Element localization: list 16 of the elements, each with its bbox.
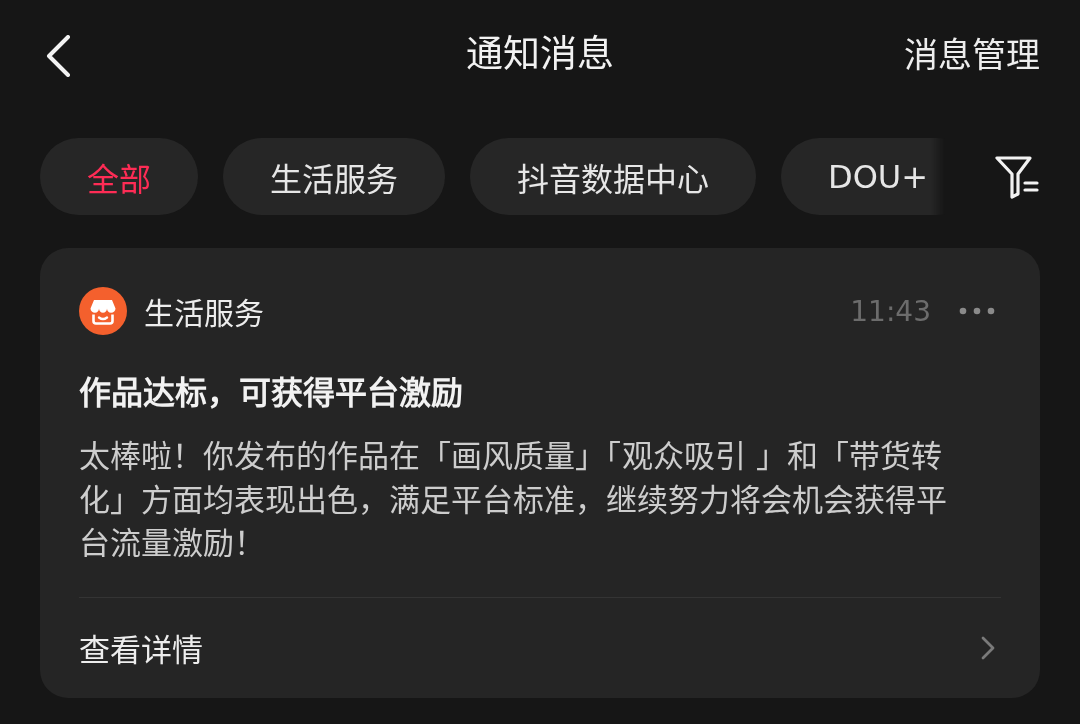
filter-tab[interactable]: 生活服务 — [223, 138, 445, 215]
chevron-right-icon[interactable] — [981, 635, 995, 660]
page-title: 通知消息 — [466, 32, 614, 78]
view-details-link[interactable]: 查看详情 — [79, 625, 203, 670]
filter-tab[interactable]: 抖音数据中心 — [470, 138, 756, 215]
more-icon[interactable] — [959, 307, 995, 315]
back-icon[interactable] — [45, 35, 71, 77]
message-time: 11:43 — [850, 294, 931, 328]
store-icon — [79, 287, 127, 335]
filter-tab[interactable]: 全部 — [40, 138, 198, 215]
message-body: 太棒啦！你发布的作品在「画风质量」「观众吸引 」和「带货转化」方面均表现出色，满足平台标准，继续努力将会机会获得平台流量激励！ — [79, 437, 948, 563]
filter-tab[interactable]: DOU+ — [781, 138, 945, 215]
filter-icon[interactable] — [994, 154, 1040, 199]
message-management-link[interactable]: 消息管理 — [904, 34, 1040, 76]
source-name: 生活服务 — [144, 295, 264, 333]
message-title: 作品达标，可获得平台激励 — [79, 373, 464, 414]
